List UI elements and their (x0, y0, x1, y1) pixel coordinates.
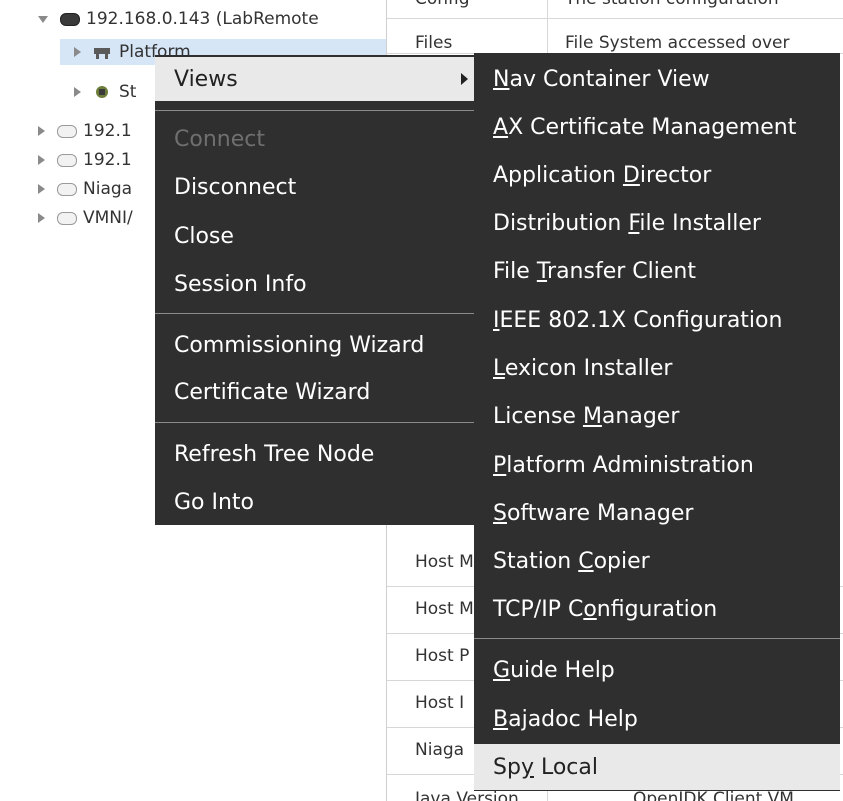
submenu-item-tcpip-configuration[interactable]: TCP/IP Configuration (474, 587, 840, 631)
tree-node-host[interactable]: 192.1 (38, 147, 158, 173)
row-name: Files (415, 33, 453, 53)
row-name: Host I (415, 693, 465, 713)
submenu-item-label: IEEE 802.1X Configuration (493, 307, 783, 333)
collapsed-arrow-icon[interactable] (38, 126, 45, 136)
collapsed-arrow-icon[interactable] (38, 184, 45, 194)
menu-item-label: Commissioning Wizard (174, 332, 425, 358)
submenu-item-guide-help[interactable]: Guide Help (474, 648, 840, 692)
submenu-arrow-icon (461, 73, 468, 85)
tree-node-label: 192.168.0.143 (LabRemote (86, 9, 319, 29)
collapsed-arrow-icon[interactable] (38, 155, 45, 165)
menu-item-label: Views (174, 66, 238, 92)
tree-node-label: VMNI/ (83, 208, 133, 228)
menu-item-label: Session Info (174, 271, 307, 297)
submenu-item-station-copier[interactable]: Station Copier (474, 539, 840, 583)
table-row[interactable]: Files File System accessed over (387, 19, 843, 54)
menu-item-disconnect[interactable]: Disconnect (155, 165, 474, 209)
row-name: Config (415, 0, 470, 9)
submenu-item-label: Guide Help (493, 657, 615, 683)
menu-separator (155, 110, 474, 111)
menu-separator (155, 313, 474, 314)
submenu-item-spy-local[interactable]: Spy Local (474, 744, 840, 790)
submenu-item-software-manager[interactable]: Software Manager (474, 491, 840, 535)
menu-item-commissioning-wizard[interactable]: Commissioning Wizard (155, 323, 474, 367)
submenu-item-distribution-file-installer[interactable]: Distribution File Installer (474, 201, 840, 245)
row-name: Host M (415, 552, 474, 572)
menu-item-label: Go Into (174, 489, 255, 515)
row-name: Host P (415, 646, 470, 666)
submenu-item-label: Application Director (493, 162, 712, 188)
platform-icon (93, 44, 111, 60)
connection-status-icon (57, 124, 77, 138)
submenu-item-license-manager[interactable]: License Manager (474, 394, 840, 438)
tree-node-host[interactable]: VMNI/ (38, 205, 158, 231)
tree-node-label: 192.1 (83, 150, 132, 170)
submenu-item-label: TCP/IP Configuration (493, 596, 718, 622)
submenu-item-label: Bajadoc Help (493, 706, 638, 732)
submenu-item-label: Platform Administration (493, 452, 754, 478)
context-menu: Views Connect Disconnect Close Session I… (155, 55, 474, 525)
menu-item-label: Connect (174, 126, 265, 152)
submenu-item-label: License Manager (493, 403, 680, 429)
submenu-item-bajadoc-help[interactable]: Bajadoc Help (474, 697, 840, 741)
tree-node-label: Niaga (83, 179, 133, 199)
menu-item-label: Close (174, 223, 234, 249)
table-row[interactable]: Config The station configuration (387, 0, 843, 19)
collapsed-arrow-icon[interactable] (74, 47, 81, 57)
submenu-item-nav-container-view[interactable]: Nav Container View (474, 57, 840, 101)
menu-item-refresh-tree-node[interactable]: Refresh Tree Node (155, 432, 474, 476)
tree-node-label: 192.1 (83, 121, 132, 141)
connection-status-icon (60, 12, 80, 26)
menu-item-label: Refresh Tree Node (174, 441, 375, 467)
submenu-item-file-transfer-client[interactable]: File Transfer Client (474, 249, 840, 293)
menu-separator (474, 638, 840, 639)
submenu-item-application-director[interactable]: Application Director (474, 153, 840, 197)
submenu-item-label: File Transfer Client (493, 258, 696, 284)
expanded-arrow-icon[interactable] (38, 15, 48, 23)
menu-separator (155, 422, 474, 423)
connection-status-icon (57, 153, 77, 167)
views-submenu: Nav Container View AX Certificate Manage… (474, 53, 840, 791)
collapsed-arrow-icon[interactable] (74, 87, 81, 97)
tree-node-host[interactable]: 192.1 (38, 118, 158, 144)
submenu-item-ax-certificate-management[interactable]: AX Certificate Management (474, 105, 840, 149)
tree-node-station[interactable]: 192.168.0.143 (LabRemote (38, 6, 383, 32)
submenu-item-label: Lexicon Installer (493, 355, 673, 381)
menu-item-connect: Connect (155, 117, 474, 161)
row-name: Niaga (415, 740, 465, 760)
station-icon (93, 84, 111, 100)
submenu-item-label: Nav Container View (493, 66, 710, 92)
menu-item-session-info[interactable]: Session Info (155, 262, 474, 306)
tree-node-host[interactable]: Niaga (38, 176, 158, 202)
connection-status-icon (57, 211, 77, 225)
submenu-item-label: AX Certificate Management (493, 114, 797, 140)
submenu-item-label: Software Manager (493, 500, 694, 526)
collapsed-arrow-icon[interactable] (38, 213, 45, 223)
submenu-item-ieee-8021x-configuration[interactable]: IEEE 802.1X Configuration (474, 298, 840, 342)
submenu-item-platform-administration[interactable]: Platform Administration (474, 443, 840, 487)
submenu-item-label: Distribution File Installer (493, 210, 761, 236)
submenu-item-label: Spy Local (493, 754, 598, 780)
menu-item-views[interactable]: Views (155, 57, 474, 101)
submenu-item-lexicon-installer[interactable]: Lexicon Installer (474, 346, 840, 390)
menu-item-go-into[interactable]: Go Into (155, 480, 474, 524)
tree-node-label: St (119, 82, 137, 102)
menu-item-certificate-wizard[interactable]: Certificate Wizard (155, 370, 474, 414)
row-value: File System accessed over (565, 33, 790, 53)
connection-status-icon (57, 182, 77, 196)
menu-item-label: Certificate Wizard (174, 379, 371, 405)
submenu-item-label: Station Copier (493, 548, 650, 574)
menu-item-label: Disconnect (174, 174, 297, 200)
menu-item-close[interactable]: Close (155, 214, 474, 258)
row-name: Host M (415, 599, 474, 619)
row-value: The station configuration (565, 0, 779, 9)
